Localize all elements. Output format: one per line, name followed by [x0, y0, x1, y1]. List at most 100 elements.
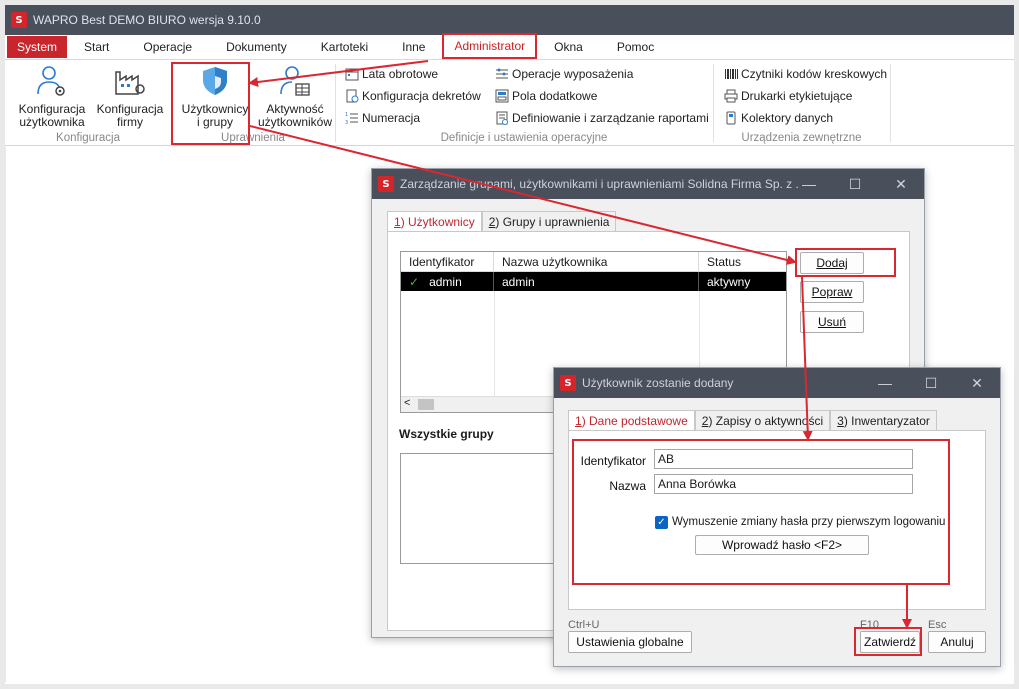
shortcut-ok: F10 — [860, 619, 879, 631]
id-input[interactable]: AB — [654, 449, 913, 469]
name-label: Nazwa — [609, 479, 646, 493]
ribbon-group-konfiguracja: Konfiguracja użytkownika Konfiguracja fi… — [5, 60, 171, 146]
name-input[interactable]: Anna Borówka — [654, 474, 913, 494]
global-settings-button[interactable]: Ustawienia globalne — [568, 631, 692, 653]
table-row[interactable]: ✓ admin admin aktywny — [401, 272, 786, 291]
ribbon-group-label: Uprawnienia — [221, 132, 285, 144]
ribbon-group-uprawnienia: Użytkownicy i grupy Aktywność użytkownik… — [172, 60, 334, 146]
menu-kartoteki[interactable]: Kartoteki — [304, 35, 385, 60]
tab-inventory-key: 3 — [837, 413, 844, 428]
maximize-icon[interactable]: ☐ — [832, 169, 878, 199]
menu-pomoc[interactable]: Pomoc — [600, 35, 671, 60]
user-config-button[interactable]: Konfiguracja użytkownika — [13, 64, 91, 129]
tab-users-label: ) Użytkownicy — [400, 214, 475, 229]
add-user-button[interactable]: Dodaj — [800, 252, 864, 274]
reports-button[interactable]: Definiowanie i zarządzanie raportami — [495, 111, 709, 125]
enter-password-button[interactable]: Wprowadź hasło <F2> — [695, 535, 869, 555]
shield-icon — [203, 67, 227, 95]
company-config-label-2: firmy — [117, 115, 143, 129]
app-logo-icon: S — [560, 375, 576, 391]
tab-basic-data[interactable]: 1) Dane podstawowe — [568, 410, 695, 430]
scroll-thumb[interactable] — [418, 399, 434, 410]
tab-activity-label: ) Zapisy o aktywności — [708, 413, 824, 428]
app-logo-icon: S — [11, 12, 27, 28]
tab-groups-permissions[interactable]: 2) Grupy i uprawnienia — [481, 211, 617, 231]
equipment-ops-button[interactable]: Operacje wyposażenia — [495, 67, 633, 81]
tab-groups-key: 2 — [488, 214, 496, 229]
confirm-button[interactable]: Zatwierdź — [860, 631, 920, 653]
all-groups-heading: Wszystkie grupy — [399, 427, 494, 441]
menu-bar: System Start Operacje Dokumenty Kartotek… — [5, 33, 1014, 60]
add-user-label: Dodaj — [816, 256, 848, 270]
shortcut-cancel: Esc — [928, 619, 947, 631]
barcode-readers-label: Czytniki kodów kreskowych — [741, 67, 888, 81]
ribbon-group-label: Definicje i ustawienia operacyjne — [440, 132, 608, 144]
menu-inne[interactable]: Inne — [385, 35, 442, 60]
dialog-titlebar: S Zarządzanie grupami, użytkownikami i u… — [372, 169, 924, 199]
menu-operacje[interactable]: Operacje — [126, 35, 209, 60]
id-label: Identyfikator — [580, 454, 646, 468]
tab-basic-key: 1 — [575, 413, 582, 428]
tab-inventory[interactable]: 3) Inwentaryzator — [830, 410, 937, 430]
ribbon: Konfiguracja użytkownika Konfiguracja fi… — [5, 60, 1014, 146]
printer-icon — [724, 89, 738, 103]
close-icon[interactable]: ✕ — [954, 368, 1000, 398]
edit-user-label: Popraw — [811, 285, 853, 299]
user-activity-button[interactable]: Aktywność użytkowników — [256, 64, 334, 129]
menu-dokumenty[interactable]: Dokumenty — [209, 35, 304, 60]
force-password-checkbox[interactable]: ✓ — [655, 516, 668, 529]
users-groups-button[interactable]: Użytkownicy i grupy — [176, 64, 254, 129]
label-printers-button[interactable]: Drukarki etykietujące — [724, 89, 852, 103]
menu-administrator[interactable]: Administrator — [442, 33, 538, 59]
form-fields-icon — [495, 89, 509, 103]
window-controls: — ☐ ✕ — [862, 368, 1000, 398]
fiscal-years-button[interactable]: Lata obrotowe — [345, 67, 438, 81]
scanner-device-icon — [726, 111, 736, 125]
dialog1-tabs: 1) Użytkownicy 2) Grupy i uprawnienia — [387, 211, 617, 231]
cell-id: ✓ admin — [401, 272, 494, 291]
scroll-left-icon[interactable]: < — [404, 397, 410, 409]
window-controls: — ☐ ✕ — [786, 169, 924, 199]
tab-activity-log[interactable]: 2) Zapisy o aktywności — [694, 410, 831, 430]
app-window: S WAPRO Best DEMO BIURO wersja 9.10.0 Sy… — [0, 0, 1019, 689]
ribbon-group-label: Konfiguracja — [56, 132, 120, 144]
company-config-button[interactable]: Konfiguracja firmy — [93, 64, 167, 129]
check-icon: ✓ — [409, 274, 420, 289]
reports-label: Definiowanie i zarządzanie raportami — [512, 111, 709, 125]
col-header-status[interactable]: Status — [699, 252, 786, 271]
numbered-list-icon: 13 — [345, 112, 358, 125]
ribbon-group-definicje: Lata obrotowe Konfiguracja dekretów 13 N… — [336, 60, 712, 146]
label-printers-label: Drukarki etykietujące — [741, 89, 853, 103]
minimize-icon[interactable]: — — [786, 169, 832, 199]
maximize-icon[interactable]: ☐ — [908, 368, 954, 398]
factory-gear-icon — [115, 71, 145, 95]
tab-users[interactable]: 1) Użytkownicy — [387, 211, 482, 231]
list-settings-icon — [496, 68, 508, 79]
delete-user-button[interactable]: Usuń — [800, 311, 864, 333]
col-divider — [494, 291, 495, 396]
edit-user-button[interactable]: Popraw — [800, 281, 864, 303]
barcode-readers-button[interactable]: Czytniki kodów kreskowych — [724, 67, 887, 81]
tab-basic-label: ) Dane podstawowe — [581, 413, 688, 428]
cell-name: admin — [494, 272, 699, 291]
extra-fields-label: Pola dodatkowe — [512, 89, 598, 103]
menu-okna[interactable]: Okna — [537, 35, 600, 60]
cancel-button[interactable]: Anuluj — [928, 631, 986, 653]
numbering-button[interactable]: 13 Numeracja — [345, 111, 420, 125]
col-header-id[interactable]: Identyfikator — [401, 252, 494, 271]
close-icon[interactable]: ✕ — [878, 169, 924, 199]
decree-config-button[interactable]: Konfiguracja dekretów — [345, 89, 481, 103]
minimize-icon[interactable]: — — [862, 368, 908, 398]
fiscal-years-label: Lata obrotowe — [362, 67, 439, 81]
ribbon-group-label: Urządzenia zewnętrzne — [741, 132, 862, 144]
extra-fields-button[interactable]: Pola dodatkowe — [495, 89, 597, 103]
delete-user-label: Usuń — [817, 315, 846, 329]
cell-id-text: admin — [429, 274, 462, 289]
svg-text:3: 3 — [345, 120, 348, 125]
dialog-title: Zarządzanie grupami, użytkownikami i upr… — [400, 177, 800, 191]
col-header-name[interactable]: Nazwa użytkownika — [494, 252, 699, 271]
add-user-dialog: S Użytkownik zostanie dodany — ☐ ✕ 1) Da… — [553, 367, 1001, 667]
data-collectors-button[interactable]: Kolektory danych — [724, 111, 833, 125]
menu-system[interactable]: System — [7, 36, 68, 58]
menu-start[interactable]: Start — [67, 35, 126, 60]
